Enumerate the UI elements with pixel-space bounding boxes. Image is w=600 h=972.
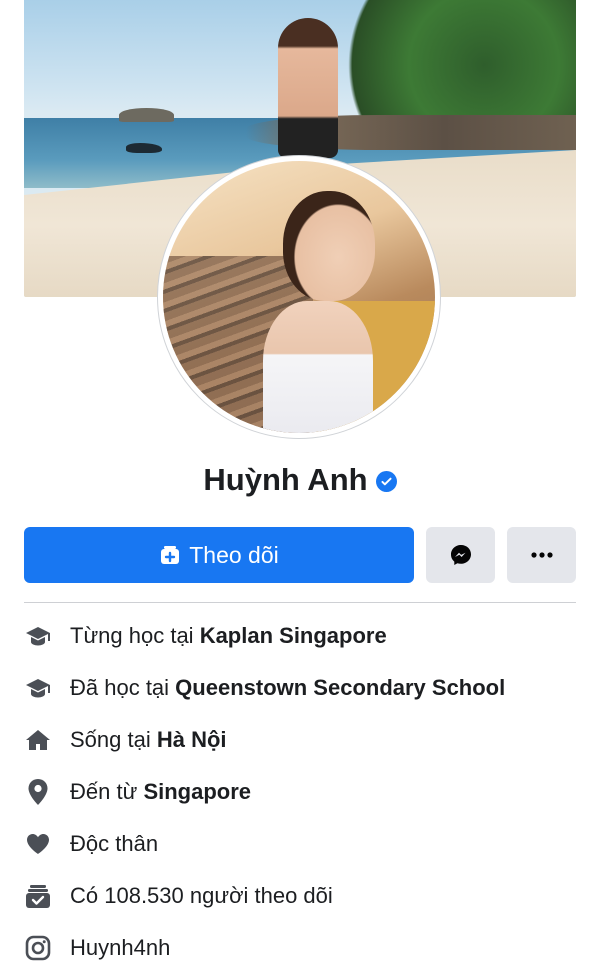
profile-details: Từng học tại Kaplan Singapore Đã học tại… bbox=[24, 610, 576, 972]
detail-text: Huynh4nh bbox=[70, 935, 171, 960]
avatar-person-body bbox=[263, 301, 373, 433]
cover-island bbox=[119, 108, 174, 122]
follow-button[interactable]: Theo dõi bbox=[24, 527, 414, 583]
detail-hometown[interactable]: Đến từ Singapore bbox=[24, 766, 576, 818]
graduation-cap-icon bbox=[24, 622, 52, 650]
avatar bbox=[163, 161, 435, 433]
detail-current-city[interactable]: Sống tại Hà Nội bbox=[24, 714, 576, 766]
profile-name: Huỳnh Anh bbox=[203, 462, 368, 497]
detail-text: Đã học tại Queenstown Secondary School bbox=[70, 675, 506, 700]
cover-jetski bbox=[126, 143, 162, 153]
verified-badge-icon bbox=[375, 471, 397, 492]
detail-text: Độc thân bbox=[70, 831, 159, 856]
profile-picture[interactable] bbox=[157, 155, 441, 439]
detail-text: Sống tại Hà Nội bbox=[70, 727, 227, 752]
instagram-icon bbox=[24, 934, 52, 962]
detail-instagram[interactable]: Huynh4nh bbox=[24, 922, 576, 972]
more-icon bbox=[530, 552, 553, 558]
follow-icon bbox=[159, 544, 181, 566]
graduation-cap-icon bbox=[24, 674, 52, 702]
detail-text: Có 108.530 người theo dõi bbox=[70, 883, 333, 908]
messenger-icon bbox=[449, 543, 473, 567]
detail-text: Đến từ Singapore bbox=[70, 779, 252, 804]
divider bbox=[24, 602, 576, 603]
followers-icon bbox=[24, 882, 52, 910]
heart-icon bbox=[24, 830, 52, 858]
home-icon bbox=[24, 726, 52, 754]
detail-text: Từng học tại Kaplan Singapore bbox=[70, 623, 387, 648]
location-pin-icon bbox=[24, 778, 52, 806]
detail-relationship[interactable]: Độc thân bbox=[24, 818, 576, 870]
detail-education-1[interactable]: Từng học tại Kaplan Singapore bbox=[24, 610, 576, 662]
detail-followers[interactable]: Có 108.530 người theo dõi bbox=[24, 870, 576, 922]
more-options-button[interactable] bbox=[507, 527, 576, 583]
follow-label: Theo dõi bbox=[189, 541, 279, 568]
messenger-button[interactable] bbox=[426, 527, 495, 583]
profile-name-row: Huỳnh Anh bbox=[0, 462, 600, 498]
avatar-person-head bbox=[283, 191, 375, 301]
cover-person bbox=[278, 18, 338, 158]
detail-education-2[interactable]: Đã học tại Queenstown Secondary School bbox=[24, 662, 576, 714]
